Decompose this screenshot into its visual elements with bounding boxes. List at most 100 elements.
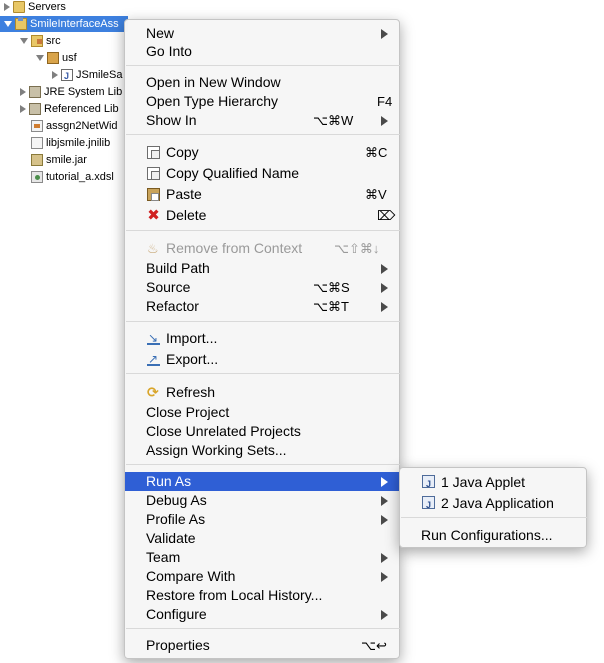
menu-item-shortcut: F4 — [377, 94, 393, 109]
menu-item-open-type-hierarchy[interactable]: Open Type Hierarchy F4 — [125, 92, 399, 111]
tree-item-label: Servers — [28, 1, 66, 13]
menu-item-paste[interactable]: Paste ⌘V — [125, 185, 399, 204]
menu-item-copy[interactable]: Copy ⌘C — [125, 143, 399, 162]
menu-item-label: Refactor — [146, 298, 199, 314]
menu-item-go-into[interactable]: Go Into — [125, 42, 399, 61]
submenu-item-label: 2 Java Application — [441, 495, 554, 511]
menu-separator — [401, 517, 587, 518]
collapse-arrow-icon[interactable] — [4, 21, 12, 28]
tree-item-label: libjsmile.jnilib — [46, 137, 111, 149]
menu-item-label: Validate — [146, 530, 196, 546]
menu-item-assign-working-sets[interactable]: Assign Working Sets... — [125, 441, 399, 460]
menu-separator — [126, 373, 400, 374]
java-applet-icon — [422, 474, 435, 494]
menu-item-profile-as[interactable]: Profile As — [125, 510, 399, 529]
submenu-arrow-icon — [381, 264, 388, 274]
library-icon — [29, 86, 41, 99]
menu-item-restore-from-local-history[interactable]: Restore from Local History... — [125, 586, 399, 605]
submenu-item-run-configurations[interactable]: Run Configurations... — [400, 525, 586, 545]
menu-item-refactor[interactable]: Refactor ⌥⌘T — [125, 297, 399, 316]
menu-item-build-path[interactable]: Build Path — [125, 259, 399, 278]
tree-item-label: usf — [62, 52, 77, 64]
submenu-item-java-applet[interactable]: 1 Java Applet — [400, 472, 586, 494]
tree-item-tutorial-xdsl[interactable]: tutorial_a.xdsl — [31, 169, 114, 185]
menu-item-team[interactable]: Team — [125, 548, 399, 567]
menu-item-label: Show In — [146, 112, 197, 128]
menu-item-source[interactable]: Source ⌥⌘S — [125, 278, 399, 297]
menu-item-close-unrelated-projects[interactable]: Close Unrelated Projects — [125, 422, 399, 441]
menu-item-label: Export... — [166, 351, 219, 367]
tree-item-referenced-libraries[interactable]: Referenced Lib — [20, 101, 119, 117]
menu-item-label: Configure — [146, 606, 207, 622]
tree-item-label: smile.jar — [46, 154, 87, 166]
menu-item-close-project[interactable]: Close Project — [125, 403, 399, 422]
menu-item-run-as[interactable]: Run As — [125, 472, 399, 491]
tree-item-src[interactable]: src — [20, 33, 61, 49]
library-icon — [29, 103, 41, 116]
submenu-arrow-icon — [381, 496, 388, 506]
expand-arrow-icon[interactable] — [52, 71, 58, 80]
tree-item-jsmilesample[interactable]: JSmileSa — [52, 67, 122, 84]
tree-item-smile-jar[interactable]: smile.jar — [31, 152, 87, 168]
submenu-arrow-icon — [381, 610, 388, 620]
menu-item-shortcut: ⌘C — [365, 145, 388, 160]
menu-item-refresh[interactable]: ⟳ Refresh — [125, 383, 399, 402]
file-icon — [31, 137, 43, 150]
source-folder-icon — [31, 35, 43, 48]
menu-item-label: Open in New Window — [146, 74, 281, 90]
tree-item-usf[interactable]: usf — [36, 50, 77, 66]
menu-item-label: Close Project — [146, 404, 230, 420]
submenu-arrow-icon — [381, 572, 388, 582]
java-application-icon — [422, 495, 435, 515]
tree-item-label: tutorial_a.xdsl — [46, 171, 114, 183]
menu-item-configure[interactable]: Configure — [125, 605, 399, 624]
menu-item-open-in-new-window[interactable]: Open in New Window — [125, 73, 399, 92]
expand-arrow-icon[interactable] — [4, 3, 10, 12]
tree-item-servers[interactable]: Servers — [4, 0, 66, 15]
submenu-item-label: 1 Java Applet — [441, 474, 526, 490]
expand-arrow-icon[interactable] — [20, 105, 26, 114]
menu-separator — [126, 464, 400, 465]
menu-item-shortcut: ⌥⌘W — [313, 113, 354, 128]
menu-item-show-in[interactable]: Show In ⌥⌘W — [125, 111, 399, 130]
tree-item-label: assgn2NetWid — [46, 120, 118, 132]
menu-item-label: Refresh — [166, 384, 216, 400]
tree-item-label: src — [46, 35, 61, 47]
menu-item-debug-as[interactable]: Debug As — [125, 491, 399, 510]
menu-item-properties[interactable]: Properties ⌥↩ — [125, 636, 399, 655]
menu-item-label: Team — [146, 549, 181, 565]
menu-item-shortcut: ⌦ — [377, 208, 396, 223]
import-icon — [147, 329, 160, 348]
submenu-arrow-icon — [381, 302, 388, 312]
menu-item-import[interactable]: Import... — [125, 329, 399, 348]
collapse-arrow-icon[interactable] — [20, 38, 28, 45]
refresh-icon: ⟳ — [147, 384, 159, 400]
submenu-arrow-icon — [381, 553, 388, 563]
package-icon — [47, 52, 59, 65]
expand-arrow-icon[interactable] — [20, 88, 26, 97]
collapse-arrow-icon[interactable] — [36, 55, 44, 62]
menu-item-compare-with[interactable]: Compare With — [125, 567, 399, 586]
tree-item-label: Referenced Lib — [44, 103, 119, 115]
copy-icon — [147, 146, 160, 159]
menu-item-validate[interactable]: Validate — [125, 529, 399, 548]
menu-item-label: Build Path — [146, 260, 210, 276]
menu-item-export[interactable]: Export... — [125, 350, 399, 369]
tree-item-libjsmile[interactable]: libjsmile.jnilib — [31, 135, 110, 151]
tree-item-jre-system-library[interactable]: JRE System Lib — [20, 84, 122, 100]
menu-item-label: Import... — [166, 330, 218, 346]
tree-item-assgn2netwidget[interactable]: assgn2NetWid — [31, 118, 118, 134]
menu-item-label: Run As — [146, 473, 192, 489]
menu-item-delete[interactable]: ✖ Delete ⌦ — [125, 206, 399, 225]
menu-separator — [126, 65, 400, 66]
menu-item-copy-qualified-name[interactable]: Copy Qualified Name — [125, 164, 399, 183]
menu-item-label: Profile As — [146, 511, 206, 527]
java-project-icon — [15, 17, 27, 31]
xdsl-file-icon — [31, 171, 43, 184]
tree-item-project[interactable]: SmileInterfaceAss — [0, 16, 128, 32]
menu-item-label: Copy — [166, 144, 199, 160]
menu-item-label: Assign Working Sets... — [146, 442, 287, 458]
context-menu: New Go Into Open in New Window Open Type… — [124, 19, 400, 659]
submenu-item-java-application[interactable]: 2 Java Application — [400, 493, 586, 515]
menu-item-new[interactable]: New — [125, 24, 399, 43]
